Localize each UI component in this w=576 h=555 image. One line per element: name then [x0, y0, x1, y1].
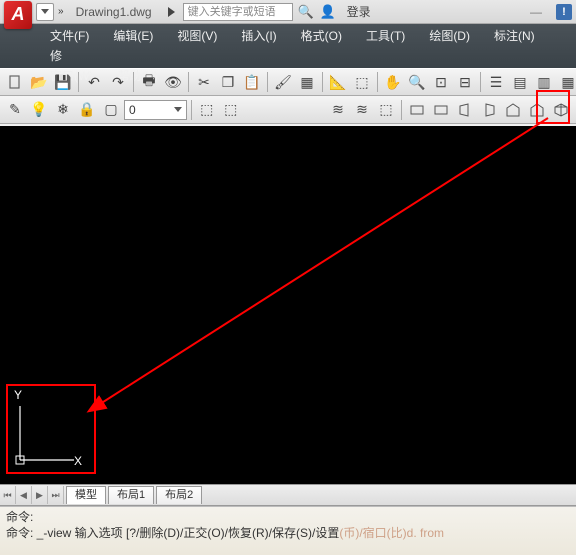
menu-insert[interactable]: 插入(I)	[229, 26, 288, 46]
app-logo[interactable]: A	[4, 1, 32, 29]
undo-button[interactable]: ↶	[83, 71, 105, 93]
tool-palette-button[interactable]: ▥	[533, 71, 555, 93]
save-button[interactable]: 💾	[52, 71, 74, 93]
view-layer2-button[interactable]: ≋	[351, 99, 373, 121]
pan-button[interactable]: ✋	[382, 71, 404, 93]
layer-props-button[interactable]: ✎	[4, 99, 26, 121]
qat-dropdown[interactable]	[36, 3, 54, 21]
layer-current: 0	[129, 103, 136, 117]
minimize-icon[interactable]: —	[524, 5, 548, 19]
layer-combo[interactable]: 0	[124, 100, 187, 120]
menu-annotate[interactable]: 标注(N)	[482, 26, 547, 46]
chevron-down-icon	[41, 9, 49, 14]
search-input[interactable]: 键入关键字或短语	[183, 3, 293, 21]
paste-button[interactable]: 📋	[241, 71, 263, 93]
tab-nav-next[interactable]: ▶	[32, 486, 48, 504]
layer-lock-icon[interactable]: 🔒	[76, 99, 98, 121]
calc-button[interactable]: ▦	[557, 71, 576, 93]
layer-iso-button[interactable]: ⬚	[196, 99, 218, 121]
plot-preview-button[interactable]: 👁	[162, 71, 184, 93]
menu-bar: 文件(F) 编辑(E) 视图(V) 插入(I) 格式(O) 工具(T) 绘图(D…	[0, 24, 576, 68]
view-right-button[interactable]	[478, 99, 500, 121]
layer-uniso-button[interactable]: ⬚	[220, 99, 242, 121]
match-props-button[interactable]: 🖌	[272, 71, 294, 93]
watermark-text: from	[420, 526, 444, 540]
cmd-history-line: 命令:	[6, 509, 570, 525]
view-bottom-button[interactable]	[430, 99, 452, 121]
layer-state-icon[interactable]: 💡	[28, 99, 50, 121]
chevron-down-icon	[174, 107, 182, 112]
user-icon[interactable]: 👤	[319, 3, 337, 21]
view-top-button[interactable]	[406, 99, 428, 121]
menu-draw[interactable]: 绘图(D)	[417, 26, 482, 46]
filename-label: Drawing1.dwg	[68, 5, 160, 19]
tab-model[interactable]: 模型	[66, 486, 106, 504]
breadcrumb-indicator: »	[58, 6, 64, 17]
layer-color-icon[interactable]: ▢	[100, 99, 122, 121]
watermark-text: (币)/宿口(比)d.	[339, 526, 416, 540]
ucs-icon: Y X	[6, 384, 96, 474]
layer-freeze-icon[interactable]: ❄	[52, 99, 74, 121]
title-bar: A » Drawing1.dwg 键入关键字或短语 🔍 👤 登录 — !	[0, 0, 576, 24]
search-icon[interactable]: 🔍	[297, 3, 315, 21]
properties-button[interactable]: ☰	[485, 71, 507, 93]
command-line[interactable]: 命令: 命令: _-view 输入选项 [?/删除(D)/正交(O)/恢复(R)…	[0, 506, 576, 555]
login-button[interactable]: 登录	[341, 3, 377, 20]
zoom-prev-button[interactable]: ⊟	[454, 71, 476, 93]
tab-nav-last[interactable]: ⏭	[48, 486, 64, 504]
zoom-window-button[interactable]: ⊡	[430, 71, 452, 93]
ucs-axes	[12, 398, 82, 468]
copy-button[interactable]: ❐	[217, 71, 239, 93]
tab-layout2[interactable]: 布局2	[156, 486, 202, 504]
block-button[interactable]: ▦	[296, 71, 318, 93]
view-back-button[interactable]	[526, 99, 548, 121]
tab-layout1[interactable]: 布局1	[108, 486, 154, 504]
menu-modify[interactable]: 修	[38, 46, 74, 66]
tab-nav-first[interactable]: ⏮	[0, 486, 16, 504]
play-icon[interactable]	[168, 7, 175, 17]
view-front-button[interactable]	[502, 99, 524, 121]
menu-format[interactable]: 格式(O)	[289, 26, 354, 46]
info-icon[interactable]: !	[556, 4, 572, 20]
measure-button[interactable]: 📐	[327, 71, 349, 93]
menu-tools[interactable]: 工具(T)	[354, 26, 417, 46]
redo-button[interactable]: ↷	[107, 71, 129, 93]
menu-edit[interactable]: 编辑(E)	[101, 26, 165, 46]
menu-view[interactable]: 视图(V)	[165, 26, 229, 46]
sheet-button[interactable]: ▤	[509, 71, 531, 93]
menu-file[interactable]: 文件(F)	[38, 26, 101, 46]
cut-button[interactable]: ✂	[193, 71, 215, 93]
print-button[interactable]: 🖶	[138, 71, 160, 93]
view-left-button[interactable]	[454, 99, 476, 121]
toolbar-main: 📂 💾 ↶ ↷ 🖶 👁 ✂ ❐ 📋 🖌 ▦ 📐 ⬚ ✋ 🔍 ⊡ ⊟ ☰ ▤ ▥ …	[0, 68, 576, 96]
zoom-button[interactable]: 🔍	[406, 71, 428, 93]
toolbar-layers: ✎ 💡 ❄ 🔒 ▢ 0 ⬚ ⬚ ≋ ≋ ⬚	[0, 96, 576, 124]
view-layer3-button[interactable]: ⬚	[375, 99, 397, 121]
tab-nav-prev[interactable]: ◀	[16, 486, 32, 504]
qselect-button[interactable]: ⬚	[351, 71, 373, 93]
cmd-current-line: 命令: _-view 输入选项 [?/删除(D)/正交(O)/恢复(R)/保存(…	[6, 525, 570, 541]
drawing-canvas[interactable]: Y X	[0, 126, 576, 484]
view-layer1-button[interactable]: ≋	[327, 99, 349, 121]
layout-tabs: ⏮ ◀ ▶ ⏭ 模型 布局1 布局2	[0, 484, 576, 506]
view-iso-button[interactable]	[550, 99, 572, 121]
new-button[interactable]	[4, 71, 26, 93]
open-button[interactable]: 📂	[28, 71, 50, 93]
